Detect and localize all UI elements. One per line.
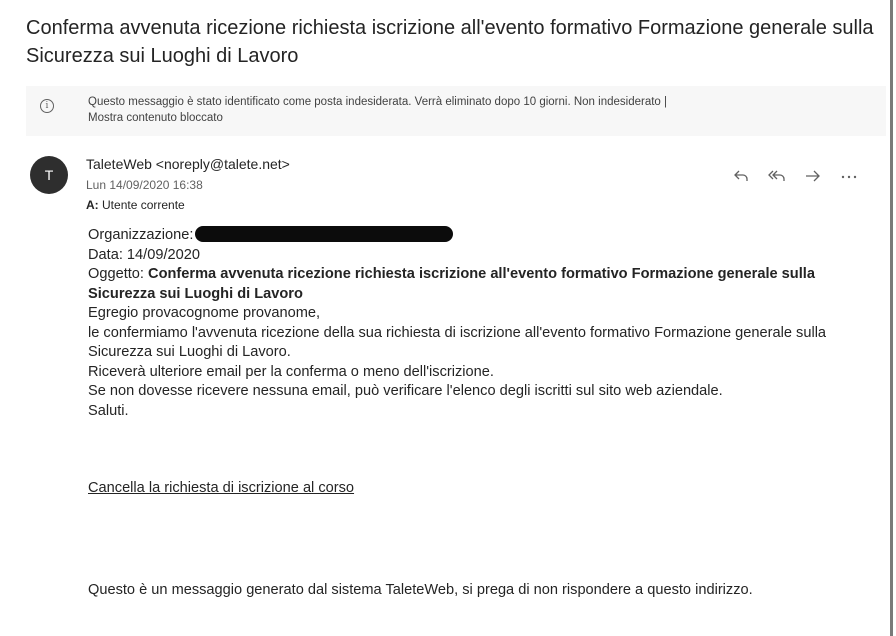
confirmation-paragraph: le confermiamo l'avvenuta ricezione dell… bbox=[88, 324, 827, 361]
closing: Saluti. bbox=[88, 402, 129, 419]
message-actions bbox=[730, 165, 860, 187]
to-value[interactable]: Utente corrente bbox=[102, 198, 185, 212]
oggetto-line: Oggetto: Conferma avvenuta ricezione ric… bbox=[88, 265, 868, 304]
greeting: Egregio provacognome provanome, bbox=[88, 305, 321, 321]
verify-line: Se non dovesse ricevere nessuna email, p… bbox=[88, 383, 723, 399]
org-line: Organizzazione: bbox=[88, 226, 868, 246]
forward-icon[interactable] bbox=[802, 165, 824, 187]
redacted-organization bbox=[195, 226, 454, 242]
email-body: Organizzazione: Data: 14/09/2020 Oggetto… bbox=[88, 226, 868, 421]
reply-icon[interactable] bbox=[730, 165, 752, 187]
to-label: A: bbox=[86, 198, 99, 212]
sender-name[interactable]: TaleteWeb <noreply@talete.net> bbox=[86, 156, 290, 172]
sender-avatar[interactable]: T bbox=[30, 156, 68, 194]
oggetto-label: Oggetto: bbox=[88, 266, 144, 282]
email-footer: Questo è un messaggio generato dal siste… bbox=[88, 582, 753, 598]
not-junk-link[interactable]: Non indesiderato bbox=[574, 96, 661, 108]
oggetto-value: Conferma avvenuta ricezione richiesta is… bbox=[88, 266, 815, 302]
show-blocked-content-link[interactable]: Mostra contenuto bloccato bbox=[88, 112, 223, 124]
data-line: Data: 14/09/2020 bbox=[88, 246, 200, 263]
info-icon: i bbox=[40, 99, 54, 113]
recipients: A: Utente corrente bbox=[86, 198, 185, 212]
junk-mail-notice: i Questo messaggio è stato identificato … bbox=[26, 86, 886, 136]
cancel-subscription-link[interactable]: Cancella la richiesta di iscrizione al c… bbox=[88, 480, 354, 496]
junk-notice-text: Questo messaggio è stato identificato co… bbox=[88, 94, 868, 126]
junk-separator: | bbox=[664, 96, 668, 108]
email-reading-pane: Conferma avvenuta ricezione richiesta is… bbox=[0, 0, 893, 636]
reply-all-icon[interactable] bbox=[766, 165, 788, 187]
more-options-icon[interactable] bbox=[838, 165, 860, 187]
email-date: Lun 14/09/2020 16:38 bbox=[86, 178, 203, 192]
junk-notice-message: Questo messaggio è stato identificato co… bbox=[88, 96, 571, 108]
email-subject: Conferma avvenuta ricezione richiesta is… bbox=[26, 17, 874, 67]
org-label: Organizzazione: bbox=[88, 227, 194, 243]
email-notice-line: Riceverà ulteriore email per la conferma… bbox=[88, 363, 494, 380]
